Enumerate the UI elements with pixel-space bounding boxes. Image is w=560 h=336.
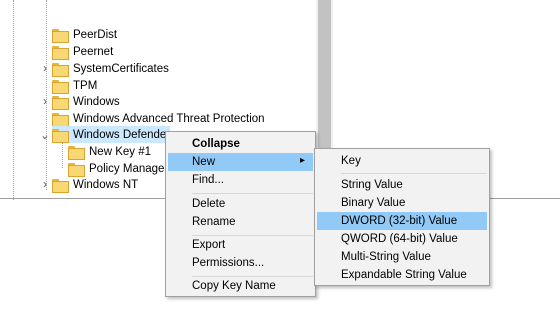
- folder-icon: [52, 178, 69, 193]
- tree-item-tpm[interactable]: TPM: [52, 77, 97, 94]
- tree-item-label: Windows Defende: [73, 128, 167, 141]
- menu-item-delete[interactable]: Delete: [168, 195, 313, 213]
- new-submenu: Key String Value Binary Value DWORD (32-…: [314, 148, 490, 286]
- tree-guide-line: [62, 140, 63, 168]
- tree-item-windows-defender[interactable]: Windows Defende: [52, 126, 170, 143]
- tree-item-windows[interactable]: Windows: [52, 93, 120, 110]
- submenu-arrow-icon: ▸: [299, 155, 305, 166]
- tree-item-label: Peernet: [73, 45, 114, 58]
- tree-item-label: SystemCertificates: [73, 62, 169, 75]
- tree-item-peernet[interactable]: Peernet: [52, 43, 113, 60]
- tree-item-label: Windows Advanced Threat Protection: [73, 112, 265, 125]
- folder-icon: [68, 162, 85, 177]
- submenu-item-qword-value[interactable]: QWORD (64-bit) Value: [317, 230, 487, 248]
- submenu-item-binary-value[interactable]: Binary Value: [317, 194, 487, 212]
- menu-item-find[interactable]: Find...: [168, 171, 313, 189]
- context-menu: Collapse New ▸ Find... Delete Rename Exp…: [165, 131, 316, 297]
- menu-item-copy-key-name[interactable]: Copy Key Name: [168, 277, 313, 295]
- menu-separator: [341, 173, 487, 174]
- folder-icon: [68, 145, 85, 160]
- menu-item-collapse[interactable]: Collapse: [168, 135, 313, 153]
- folder-icon: [52, 45, 69, 60]
- chevron-right-icon[interactable]: ›: [40, 93, 50, 110]
- tree-item-label: TPM: [73, 79, 98, 92]
- tree-item-windows-nt[interactable]: Windows NT: [52, 176, 138, 193]
- tree-item-new-key-1[interactable]: New Key #1: [68, 143, 151, 160]
- menu-item-rename[interactable]: Rename: [168, 213, 313, 231]
- menu-separator: [192, 193, 313, 194]
- tree-item-label: PeerDist: [73, 28, 118, 41]
- menu-item-export[interactable]: Export: [168, 236, 313, 254]
- submenu-item-key[interactable]: Key: [317, 152, 487, 170]
- menu-item-label: New: [192, 156, 216, 168]
- tree-guide-line: [13, 0, 14, 200]
- tree-item-windows-advanced-threat-protection[interactable]: Windows Advanced Threat Protection: [52, 110, 265, 127]
- tree-item-label: New Key #1: [89, 145, 152, 158]
- tree-item-label: Windows: [73, 95, 120, 108]
- folder-icon: [52, 112, 69, 127]
- tree-item-policy-manager[interactable]: Policy Manager: [68, 160, 168, 177]
- folder-icon: [52, 28, 69, 43]
- folder-icon: [52, 79, 69, 94]
- folder-icon: [52, 95, 69, 110]
- tree-item-peerdist[interactable]: PeerDist: [52, 26, 117, 43]
- chevron-down-icon[interactable]: ⌄: [40, 126, 50, 143]
- menu-item-new[interactable]: New ▸: [168, 153, 313, 171]
- submenu-item-expandable-string-value[interactable]: Expandable String Value: [317, 266, 487, 284]
- chevron-right-icon[interactable]: ›: [40, 176, 50, 193]
- tree-item-label: Policy Manager: [89, 162, 169, 175]
- submenu-item-multi-string-value[interactable]: Multi-String Value: [317, 248, 487, 266]
- tree-item-label: Windows NT: [73, 178, 139, 191]
- folder-open-icon: [52, 128, 69, 143]
- submenu-item-dword-value[interactable]: DWORD (32-bit) Value: [317, 212, 487, 230]
- menu-item-permissions[interactable]: Permissions...: [168, 254, 313, 272]
- tree-item-systemcertificates[interactable]: SystemCertificates: [52, 60, 169, 77]
- folder-icon: [52, 62, 69, 77]
- chevron-right-icon[interactable]: ›: [40, 60, 50, 77]
- submenu-item-string-value[interactable]: String Value: [317, 176, 487, 194]
